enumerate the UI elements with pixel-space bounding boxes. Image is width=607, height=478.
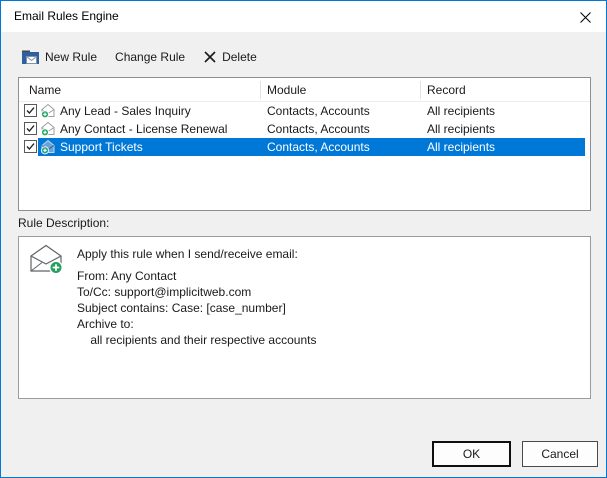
rule-description-lines: From: Any Contact To/Cc: support@implici…	[77, 268, 316, 348]
rule-row-support-tickets[interactable]: Support Tickets Contacts, Accounts All r…	[19, 138, 590, 156]
rule-description-label: Rule Description:	[18, 216, 109, 230]
change-rule-label: Change Rule	[115, 50, 185, 64]
rule-name: Support Tickets	[60, 138, 143, 156]
column-header-module[interactable]: Module	[267, 78, 306, 102]
rule-record: All recipients	[427, 102, 495, 120]
rule-description-box: Apply this rule when I send/receive emai…	[18, 236, 591, 399]
open-envelope-add-icon	[28, 243, 66, 278]
delete-button[interactable]: Delete	[201, 47, 259, 67]
rule-row-any-lead[interactable]: Any Lead - Sales Inquiry Contacts, Accou…	[19, 102, 590, 120]
email-rule-icon	[40, 103, 56, 119]
rule-description-intro: Apply this rule when I send/receive emai…	[77, 247, 298, 262]
column-separator	[420, 81, 421, 99]
rule-name: Any Lead - Sales Inquiry	[60, 102, 191, 120]
checkmark-icon	[25, 105, 36, 116]
email-rule-icon	[40, 121, 56, 137]
rule-name: Any Contact - License Renewal	[60, 120, 227, 138]
titlebar: Email Rules Engine	[1, 1, 606, 32]
checkmark-icon	[25, 123, 36, 134]
column-separator	[260, 81, 261, 99]
delete-label: Delete	[222, 50, 257, 64]
rule-checkbox[interactable]	[24, 140, 37, 153]
rule-module: Contacts, Accounts	[267, 138, 370, 156]
rule-checkbox[interactable]	[24, 122, 37, 135]
rule-record: All recipients	[427, 120, 495, 138]
rule-checkbox[interactable]	[24, 104, 37, 117]
rule-module: Contacts, Accounts	[267, 102, 370, 120]
rule-module: Contacts, Accounts	[267, 120, 370, 138]
new-rule-button[interactable]: New Rule	[19, 46, 99, 68]
cancel-button-label: Cancel	[541, 447, 578, 461]
email-rules-engine-dialog: Email Rules Engine New Rule Change Rule …	[0, 0, 607, 478]
ok-button[interactable]: OK	[432, 441, 511, 467]
column-header-name[interactable]: Name	[29, 78, 61, 102]
rule-record: All recipients	[427, 138, 495, 156]
toolbar: New Rule Change Rule Delete	[19, 41, 259, 73]
rule-row-any-contact[interactable]: Any Contact - License Renewal Contacts, …	[19, 120, 590, 138]
email-rule-icon-selected	[40, 139, 56, 155]
cancel-button[interactable]: Cancel	[522, 441, 598, 467]
new-rule-folder-envelope-icon	[21, 49, 40, 65]
close-button[interactable]	[570, 5, 600, 29]
change-rule-button[interactable]: Change Rule	[113, 47, 187, 67]
window-title: Email Rules Engine	[14, 1, 119, 32]
ok-button-label: OK	[463, 447, 480, 461]
list-header: Name Module Record	[19, 78, 590, 102]
delete-x-icon	[203, 50, 217, 64]
new-rule-label: New Rule	[45, 50, 97, 64]
rules-list: Name Module Record Any Lead - Sal	[18, 77, 591, 211]
column-header-record[interactable]: Record	[427, 78, 466, 102]
close-icon	[579, 11, 592, 24]
checkmark-icon	[25, 141, 36, 152]
